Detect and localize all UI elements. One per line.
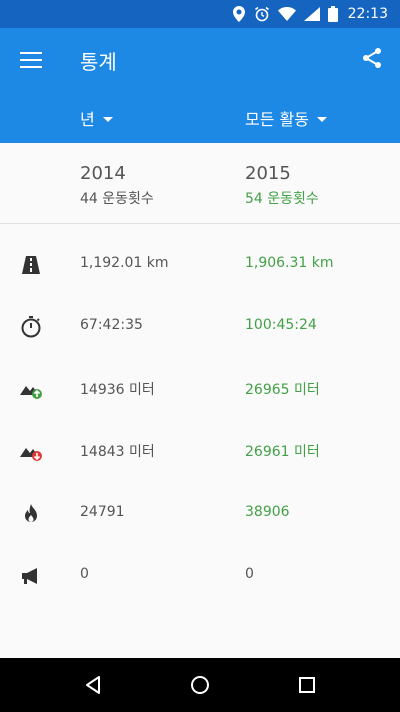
activity-filter-label: 모든 활동 <box>245 110 309 129</box>
stat-value-2014: 14936 미터 <box>80 382 155 398</box>
column-workout-count: 44 운동횟수 <box>80 191 154 207</box>
stat-value-2015: 26961 미터 <box>245 444 320 460</box>
megaphone-icon <box>19 564 43 588</box>
location-icon <box>232 6 246 22</box>
stat-value-2015: 26965 미터 <box>245 382 320 398</box>
stat-value-2015: 1,906.31 km <box>245 255 334 271</box>
stat-row-elevation-loss: 14843 미터 26961 미터 <box>0 431 400 471</box>
system-navigation-bar <box>0 658 400 712</box>
stat-row-duration: 67:42:35 100:45:24 <box>0 307 400 347</box>
status-bar: 22:13 <box>0 0 400 28</box>
column-year: 2014 <box>80 163 126 184</box>
menu-icon[interactable] <box>20 52 42 68</box>
home-icon[interactable] <box>188 673 212 697</box>
chevron-down-icon <box>316 117 327 122</box>
stat-value-2015: 38906 <box>245 504 290 520</box>
elevation-gain-icon <box>19 377 43 401</box>
column-year: 2015 <box>245 163 291 184</box>
back-icon[interactable] <box>81 673 105 697</box>
column-workout-count: 54 운동횟수 <box>245 191 319 207</box>
app-bar: 통계 년 모든 활동 <box>0 28 400 143</box>
road-icon <box>19 253 43 277</box>
stat-value-2014: 1,192.01 km <box>80 255 169 271</box>
recent-apps-icon[interactable] <box>295 673 319 697</box>
column-2014: 2014 44 운동횟수 <box>80 163 154 208</box>
page-title: 통계 <box>80 50 117 74</box>
clock: 22:13 <box>347 6 388 22</box>
alarm-icon <box>254 6 270 22</box>
stat-row-calories: 24791 38906 <box>0 494 400 534</box>
wifi-icon <box>277 7 296 21</box>
stat-row-elevation-gain: 14936 미터 26965 미터 <box>0 369 400 409</box>
chevron-down-icon <box>102 117 113 122</box>
elevation-loss-icon <box>19 439 43 463</box>
stat-value-2015: 0 <box>245 566 254 582</box>
fire-icon <box>19 502 43 526</box>
stat-value-2014: 0 <box>80 566 89 582</box>
year-filter-dropdown[interactable]: 년 <box>80 106 113 130</box>
signal-icon <box>303 7 320 21</box>
activity-filter-dropdown[interactable]: 모든 활동 <box>245 106 327 130</box>
year-filter-label: 년 <box>80 110 95 129</box>
year-header-row: 2014 44 운동횟수 2015 54 운동횟수 <box>0 143 400 224</box>
share-icon[interactable] <box>360 46 384 70</box>
stat-row-announcements: 0 0 <box>0 556 400 596</box>
stopwatch-icon <box>19 315 43 339</box>
stat-value-2014: 67:42:35 <box>80 317 143 333</box>
stat-row-distance: 1,192.01 km 1,906.31 km <box>0 245 400 285</box>
battery-icon <box>327 6 338 22</box>
stat-value-2014: 24791 <box>80 504 125 520</box>
column-2015: 2015 54 운동횟수 <box>245 163 319 208</box>
stat-value-2014: 14843 미터 <box>80 444 155 460</box>
stat-value-2015: 100:45:24 <box>245 317 317 333</box>
